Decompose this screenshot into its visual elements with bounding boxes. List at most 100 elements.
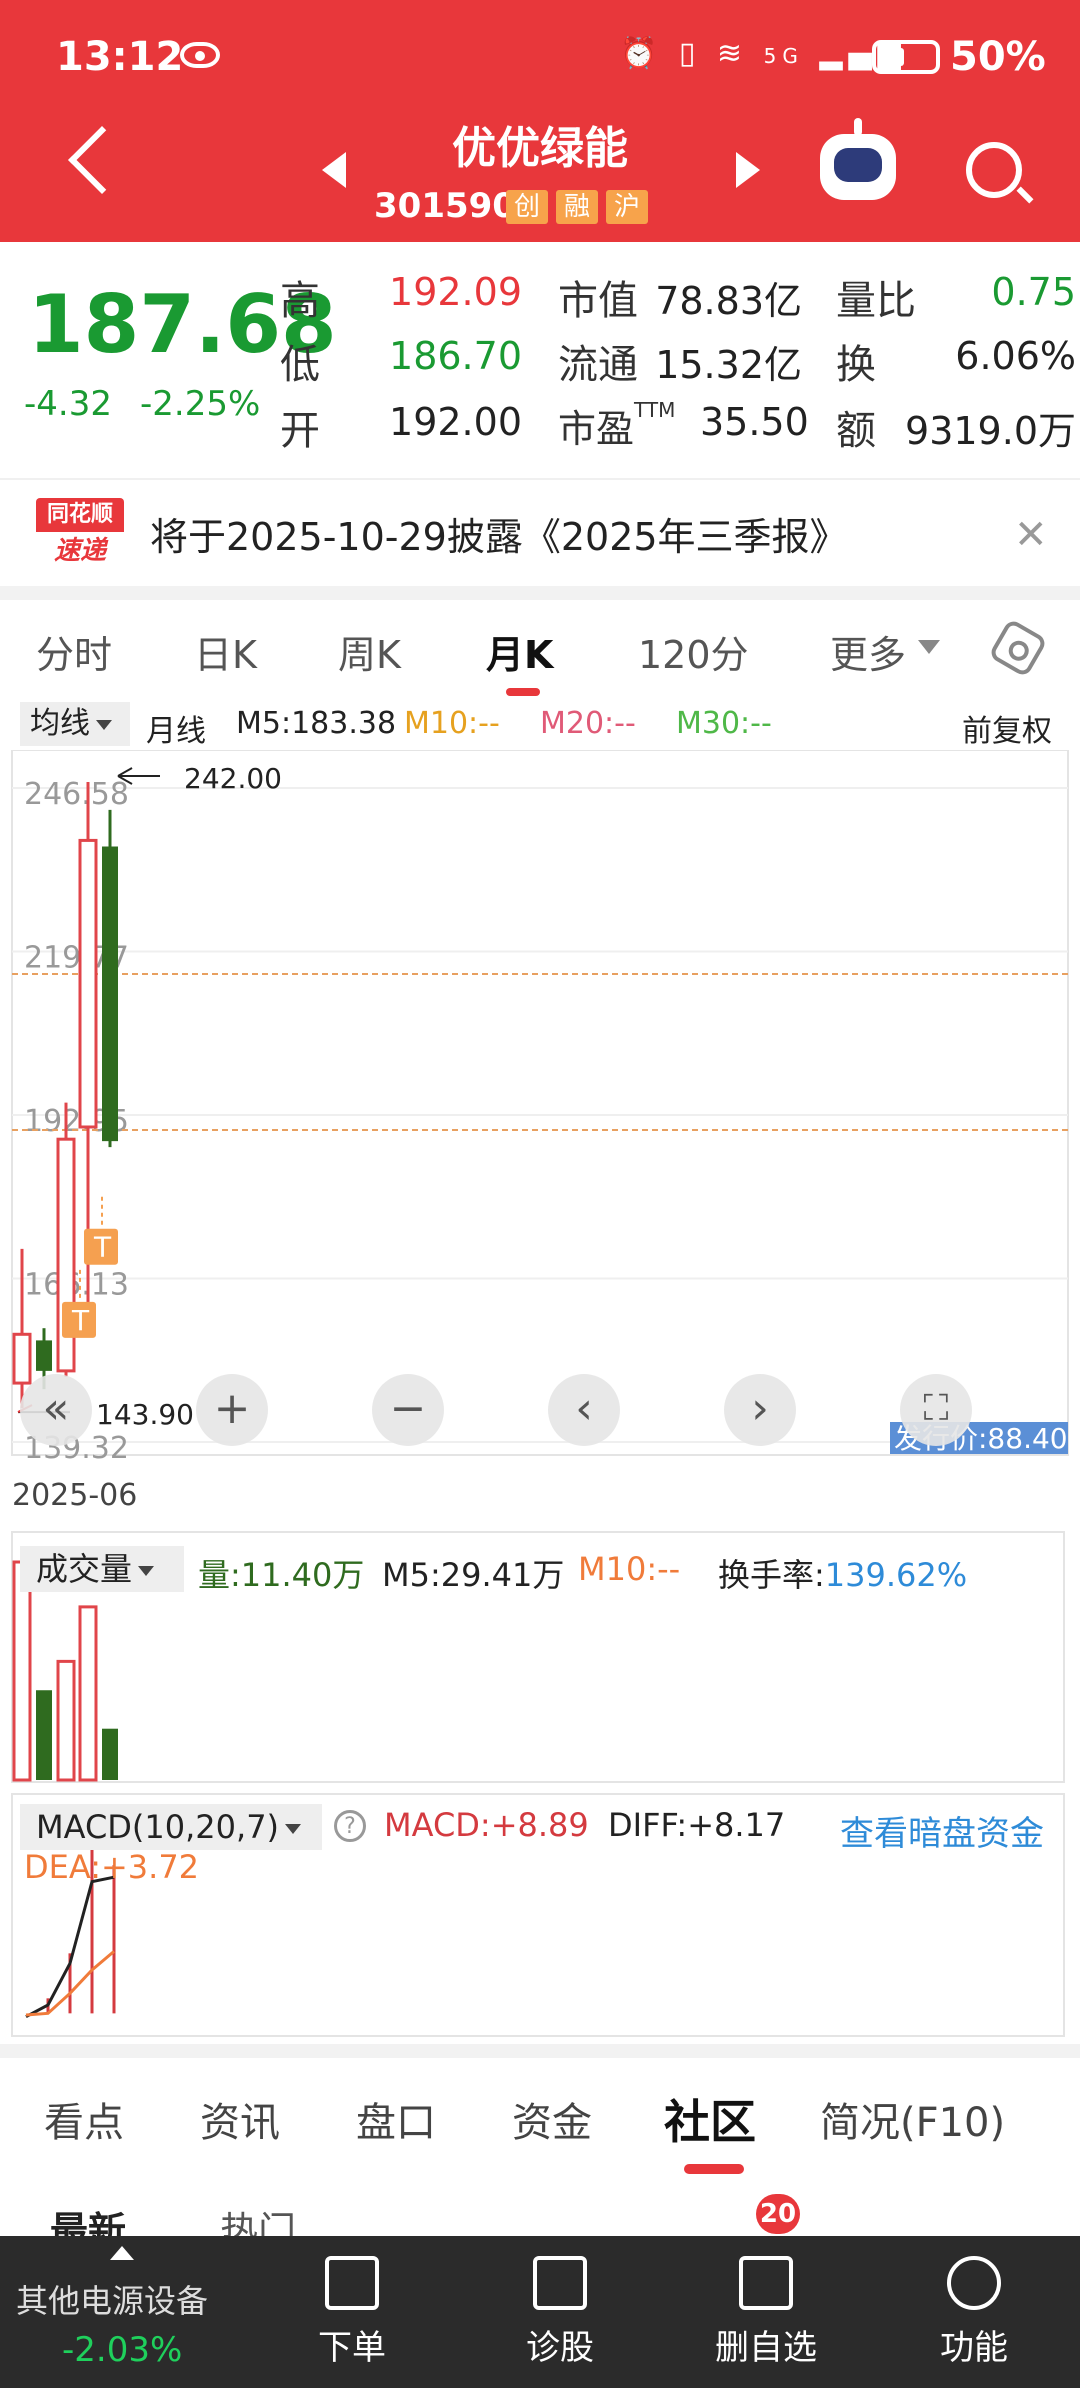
stock-tags: 创 融 沪 [506,190,649,224]
volume-bar [56,1659,76,1782]
t-marker-label: T [71,1304,90,1337]
macd-value: MACD:+8.89 [384,1806,589,1844]
next-stock-icon[interactable] [736,152,760,188]
battery-percent: 50% [950,34,1046,80]
chevron-down-icon [138,1566,155,1576]
volume-bar [12,1560,32,1782]
robot-assistant-icon[interactable] [820,134,896,200]
scroll-right-icon[interactable]: › [724,1374,796,1446]
value-market-cap: 78.83亿 [655,279,802,323]
zoom-in-icon[interactable]: + [196,1374,268,1446]
tab-more[interactable]: 更多 [830,624,906,679]
nav-order[interactable]: 下单 [292,2256,412,2369]
candle-body [36,1340,52,1371]
stock-code: 301590 [374,186,516,226]
adjust-mode[interactable]: 前复权 [962,706,1052,750]
status-time: 13:12 [56,34,184,80]
chevron-down-icon [96,719,112,730]
volume-m10: M10:-- [578,1550,681,1588]
chart-date-label: 2025-06 [12,1478,138,1513]
settings-gear-icon[interactable] [987,617,1049,679]
eye-icon [180,42,220,68]
price-axis-label: 166.13 [24,1268,129,1303]
nav-remove-watchlist[interactable]: 删自选 [706,2256,826,2369]
tag-rong: 融 [556,190,599,224]
close-icon[interactable]: ✕ [1014,512,1048,558]
tab-orderbook[interactable]: 盘口 [356,2090,436,2148]
help-icon[interactable]: ? [334,1810,366,1842]
tab-community[interactable]: 社区 [664,2086,756,2152]
tab-intraday[interactable]: 分时 [36,624,112,679]
network-label: 5G [763,44,804,68]
candle-body [78,838,98,1129]
status-icons: ⏰ ▯ ≋ 5G ▂▄▆ [620,36,907,71]
value-open: 192.00 [389,400,522,444]
menu-circle-icon [947,2256,1001,2310]
value-amount: 9319.0万 [905,409,1076,453]
label-market-cap: 市值 [558,278,638,324]
price-change-pct: -2.25% [140,384,261,424]
tab-monthly-k[interactable]: 月K [486,624,553,679]
volume-bar [36,1690,52,1780]
zoom-out-icon[interactable]: − [372,1374,444,1446]
volume-bar [78,1605,98,1782]
ma-selector[interactable]: 均线 [20,702,130,746]
tab-120min[interactable]: 120分 [638,624,749,679]
label-float-cap: 流通 [558,342,638,388]
label-pe: 市盈TTM [558,398,676,451]
tab-daily-k[interactable]: 日K [194,624,257,679]
expand-up-icon[interactable] [110,2246,134,2260]
value-high: 192.09 [389,270,522,314]
fullscreen-icon[interactable]: ⛶ [900,1374,972,1446]
scroll-left-icon[interactable]: ‹ [548,1374,620,1446]
prev-stock-icon[interactable] [322,152,346,188]
active-tab-indicator [684,2164,744,2174]
volume-m5: M5:29.41万 [382,1556,565,1594]
diagnose-kit-icon [533,2256,587,2310]
divider [0,478,1080,480]
stock-name: 优优绿能 [452,123,628,174]
ma-period-label: 月线 [146,714,206,749]
tab-news[interactable]: 资讯 [200,2090,280,2148]
value-turnover: 6.06% [955,334,1076,378]
candle-body [102,846,118,1142]
label-high: 高 [280,278,320,324]
chevron-down-icon [285,1824,302,1834]
label-low: 低 [280,342,320,388]
tab-highlights[interactable]: 看点 [44,2090,124,2148]
search-icon[interactable] [966,142,1022,198]
volume-bar [102,1728,118,1780]
message-badge[interactable]: 20 [756,2194,800,2234]
battery-icon [872,40,940,74]
high-marker-arrowhead [117,767,133,777]
volume-current: 量:11.40万 [198,1556,365,1594]
ma10-value: M10:-- [404,706,500,741]
nav-diagnose[interactable]: 诊股 [500,2256,620,2369]
price-change: -4.32 [24,384,112,424]
order-doc-icon [325,2256,379,2310]
chevron-down-icon[interactable] [918,640,940,654]
diff-value: DIFF:+8.17 [608,1806,786,1844]
high-marker-label: 242.00 [184,762,282,795]
minus-box-icon [739,2256,793,2310]
nav-functions[interactable]: 功能 [914,2256,1034,2369]
value-volume-ratio: 0.75 [991,270,1076,314]
label-amount: 额 [836,408,876,454]
tag-hu: 沪 [606,190,649,224]
ths-express-logo: 同花顺 速递 [36,498,124,570]
sector-name[interactable]: 其他电源设备 [16,2276,208,2322]
ma30-value: M30:-- [676,706,772,741]
rewind-icon[interactable]: « [20,1374,92,1446]
label-volume-ratio: 量比 [836,278,916,324]
label-open: 开 [280,408,320,454]
macd-selector[interactable]: MACD(10,20,7) [20,1804,322,1850]
value-float-cap: 15.32亿 [655,343,802,387]
volume-selector[interactable]: 成交量 [20,1546,184,1592]
tab-funds[interactable]: 资金 [512,2090,592,2148]
dark-pool-link[interactable]: 查看暗盘资金 [840,1806,1044,1855]
notice-text[interactable]: 将于2025-10-29披露《2025年三季报》 [150,506,848,561]
tab-weekly-k[interactable]: 周K [338,624,401,679]
section-gap [0,586,1080,600]
turnover-rate: 换手率:139.62% [718,1556,968,1594]
tab-f10[interactable]: 简况(F10) [820,2090,1005,2148]
